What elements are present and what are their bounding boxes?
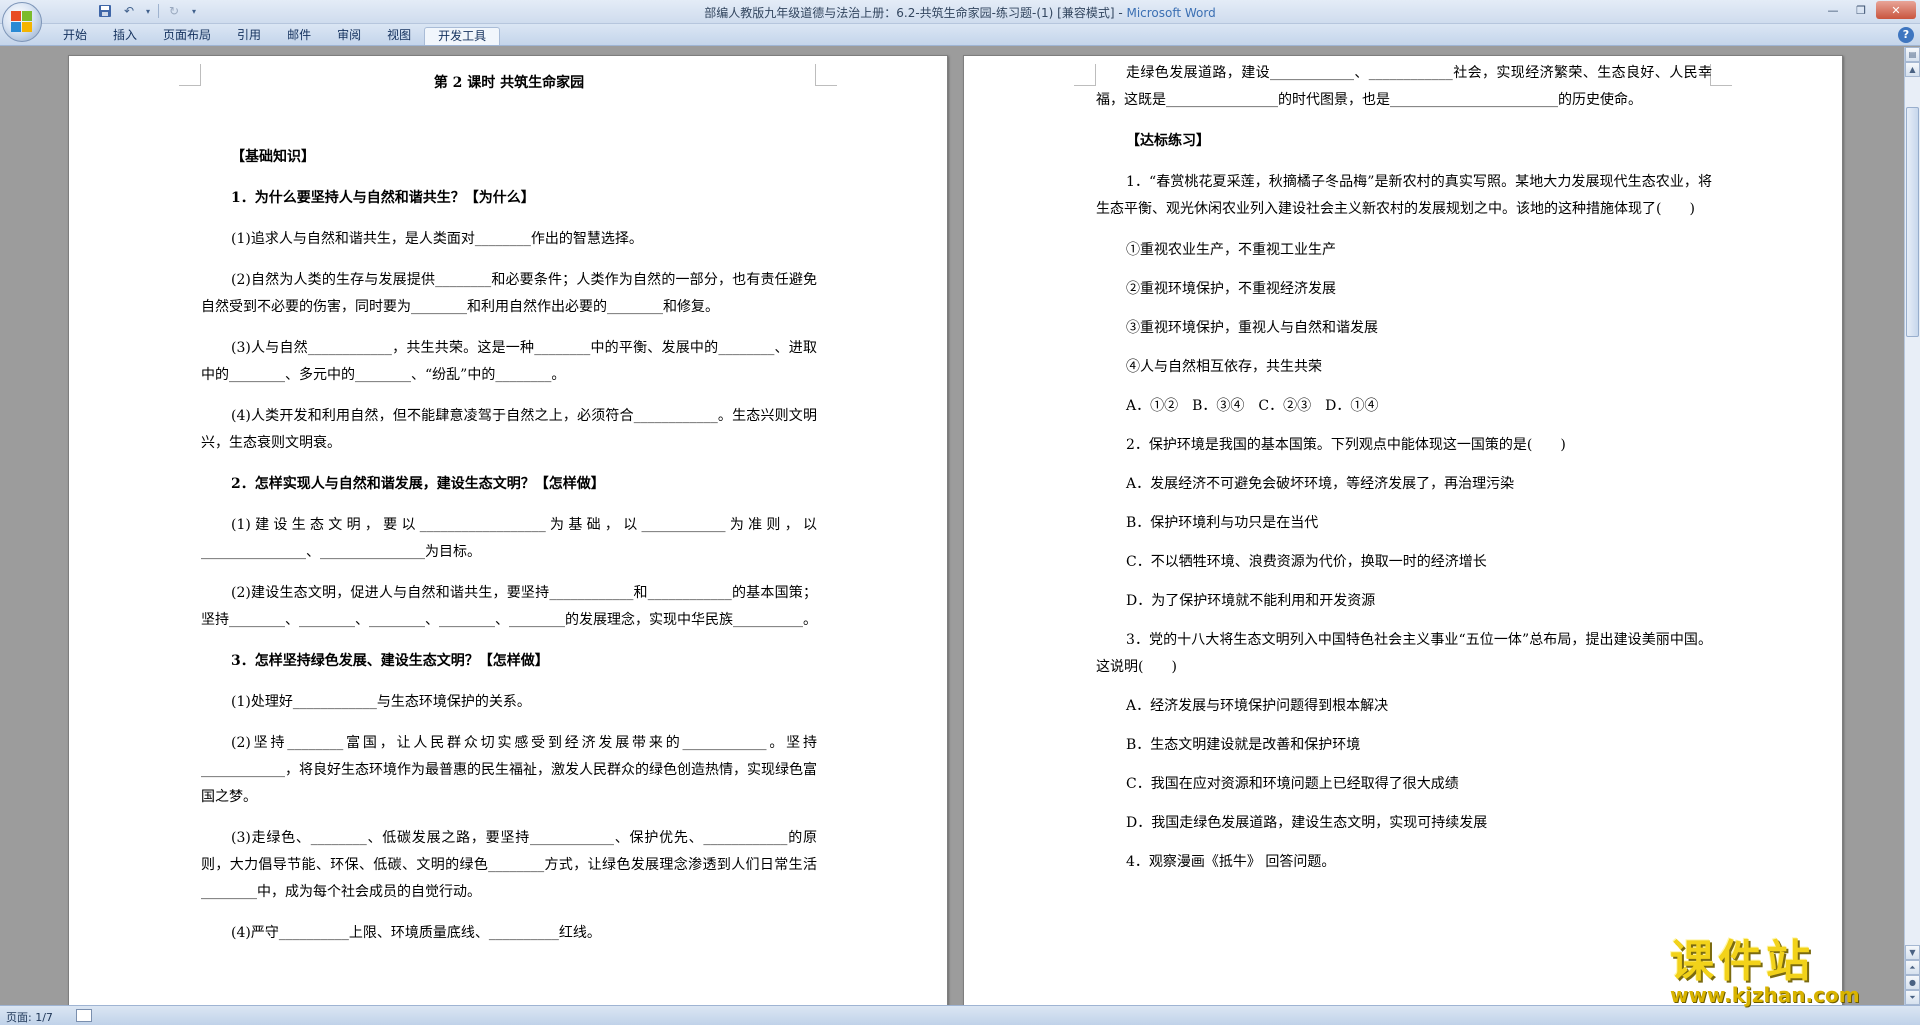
scroll-up-icon[interactable]: ▲ [1905, 62, 1920, 77]
tab-home[interactable]: 开始 [50, 27, 100, 45]
scroll-down-icon[interactable]: ▼ [1905, 945, 1920, 960]
site-watermark-logo: 课件站 www.kjzhan.com [1670, 925, 1900, 1007]
office-button[interactable] [2, 2, 42, 42]
exercise-answers: A．①② B．③④ C．②③ D．①④ [1126, 398, 1379, 414]
previous-page-icon[interactable]: ⏶ [1905, 960, 1920, 975]
paragraph: (4)严守__________上限、环境质量底线、__________红线。 [231, 925, 601, 941]
page-indicator[interactable]: 页面: 1/7 [6, 1009, 53, 1025]
paragraph: (3)人与自然____________，共生共荣。这是一种________中的平… [201, 340, 817, 383]
empty-paragraph [201, 111, 817, 138]
exercise-option: A．发展经济不可避免会破坏环境，等经济发展了，再治理污染 [1126, 476, 1515, 492]
tab-view[interactable]: 视图 [374, 27, 424, 45]
scroll-bottom-controls: ▼ ⏶ ● ⏷ [1905, 945, 1920, 1005]
page-content[interactable]: 第 2 课时 共筑生命家园 【基础知识】 1．为什么要坚持人与自然和谐共生？【为… [201, 70, 817, 961]
paragraph: (1)处理好____________与生态环境保护的关系。 [231, 694, 531, 710]
window-title: 部编人教版九年级道德与法治上册：6.2-共筑生命家园-练习题-(1) [兼容模式… [0, 4, 1920, 21]
ribbon-tabs: 开始 插入 页面布局 引用 邮件 审阅 视图 开发工具 [50, 27, 501, 45]
proofing-icon[interactable] [76, 1009, 92, 1022]
watermark-title: 课件站 [1670, 936, 1814, 987]
app-name: Microsoft Word [1126, 6, 1216, 20]
office-logo-icon [11, 11, 33, 33]
ribbon: 开始 插入 页面布局 引用 邮件 审阅 视图 开发工具 ? [0, 24, 1920, 46]
question-heading: 2．怎样实现人与自然和谐发展，建设生态文明？【怎样做】 [231, 476, 605, 492]
watermark-url: www.kjzhan.com [1670, 983, 1860, 1007]
paragraph: (2)自然为人类的生存与发展提供________和必要条件；人类作为自然的一部分… [201, 272, 817, 315]
paragraph: (3)走绿色、________、低碳发展之路，要坚持____________、保… [201, 830, 817, 900]
ruler-toggle-icon[interactable]: ▤ [1905, 47, 1920, 62]
question-heading: 1．为什么要坚持人与自然和谐共生？【为什么】 [231, 190, 535, 206]
question-heading: 3．怎样坚持绿色发展、建设生态文明？【怎样做】 [231, 653, 549, 669]
tab-insert[interactable]: 插入 [100, 27, 150, 45]
page-1: 第 2 课时 共筑生命家园 【基础知识】 1．为什么要坚持人与自然和谐共生？【为… [68, 55, 948, 1005]
tab-mailings[interactable]: 邮件 [274, 27, 324, 45]
exercise-option: A．经济发展与环境保护问题得到根本解决 [1126, 698, 1389, 714]
exercise-option: ④人与自然相互依存，共生共荣 [1126, 359, 1322, 375]
exercise-question: 3．党的十八大将生态文明列入中国特色社会主义事业“五位一体”总布局，提出建设美丽… [1096, 632, 1712, 675]
select-browse-object-icon[interactable]: ● [1905, 975, 1920, 990]
section-heading: 【基础知识】 [231, 149, 315, 165]
paragraph: (1)追求人与自然和谐共生，是人类面对________作出的智慧选择。 [231, 231, 643, 247]
next-page-icon[interactable]: ⏷ [1905, 990, 1920, 1005]
title-bar: ↶ ▾ ↻ ▾ 部编人教版九年级道德与法治上册：6.2-共筑生命家园-练习题-(… [0, 0, 1920, 24]
exercise-option: B．保护环境利与功只是在当代 [1126, 515, 1319, 531]
paragraph: (4)人类开发和利用自然，但不能肆意凌驾于自然之上，必须符合__________… [201, 408, 817, 451]
section-heading: 【达标练习】 [1126, 133, 1210, 149]
exercise-option: ③重视环境保护，重视人与自然和谐发展 [1126, 320, 1378, 336]
restore-button[interactable]: ❐ [1848, 1, 1874, 19]
margin-corner-mark [179, 64, 201, 86]
paragraph: (1)建设生态文明，要以__________________为基础，以_____… [201, 517, 817, 560]
exercise-option: ①重视农业生产，不重视工业生产 [1126, 242, 1336, 258]
tab-references[interactable]: 引用 [224, 27, 274, 45]
exercise-option: B．生态文明建设就是改善和保护环境 [1126, 737, 1361, 753]
exercise-option: C．不以牺牲环境、浪费资源为代价，换取一时的经济增长 [1126, 554, 1487, 570]
paragraph: (2)建设生态文明，促进人与自然和谐共生，要坚持____________和___… [201, 585, 817, 628]
help-icon[interactable]: ? [1898, 27, 1914, 43]
document-title: 部编人教版九年级道德与法治上册：6.2-共筑生命家园-练习题-(1) [兼容模式… [704, 6, 1127, 20]
margin-corner-mark [1710, 64, 1732, 86]
exercise-question: 1．“春赏桃花夏采莲，秋摘橘子冬品梅”是新农村的真实写照。某地大力发展现代生态农… [1096, 174, 1712, 217]
document-area: 第 2 课时 共筑生命家园 【基础知识】 1．为什么要坚持人与自然和谐共生？【为… [0, 47, 1904, 1005]
tab-review[interactable]: 审阅 [324, 27, 374, 45]
paragraph: (2)坚持________富国，让人民群众切实感受到经济发展带来的_______… [201, 735, 817, 805]
exercise-option: D．我国走绿色发展道路，建设生态文明，实现可持续发展 [1126, 815, 1488, 831]
tab-developer[interactable]: 开发工具 [424, 27, 501, 45]
paragraph: 走绿色发展道路，建设____________、____________社会，实现… [1096, 65, 1712, 108]
window-controls: — ❐ ✕ [1820, 1, 1916, 19]
lesson-title: 第 2 课时 共筑生命家园 [433, 75, 585, 91]
page-2: 走绿色发展道路，建设____________、____________社会，实现… [963, 55, 1843, 1005]
vertical-scrollbar[interactable]: ▤ ▲ ▼ ⏶ ● ⏷ [1904, 47, 1920, 1005]
margin-corner-mark [1074, 64, 1096, 86]
margin-corner-mark [815, 64, 837, 86]
close-button[interactable]: ✕ [1876, 1, 1916, 19]
scroll-thumb[interactable] [1906, 107, 1919, 337]
exercise-option: C．我国在应对资源和环境问题上已经取得了很大成绩 [1126, 776, 1459, 792]
page-content[interactable]: 走绿色发展道路，建设____________、____________社会，实现… [1096, 60, 1712, 888]
status-bar: 页面: 1/7 [0, 1005, 1920, 1025]
exercise-option: D．为了保护环境就不能利用和开发资源 [1126, 593, 1376, 609]
minimize-button[interactable]: — [1820, 1, 1846, 19]
exercise-question: 2．保护环境是我国的基本国策。下列观点中能体现这一国策的是( ) [1126, 437, 1566, 453]
exercise-option: ②重视环境保护，不重视经济发展 [1126, 281, 1336, 297]
exercise-question: 4．观察漫画《抵牛》 回答问题。 [1126, 854, 1336, 870]
tab-page-layout[interactable]: 页面布局 [150, 27, 224, 45]
